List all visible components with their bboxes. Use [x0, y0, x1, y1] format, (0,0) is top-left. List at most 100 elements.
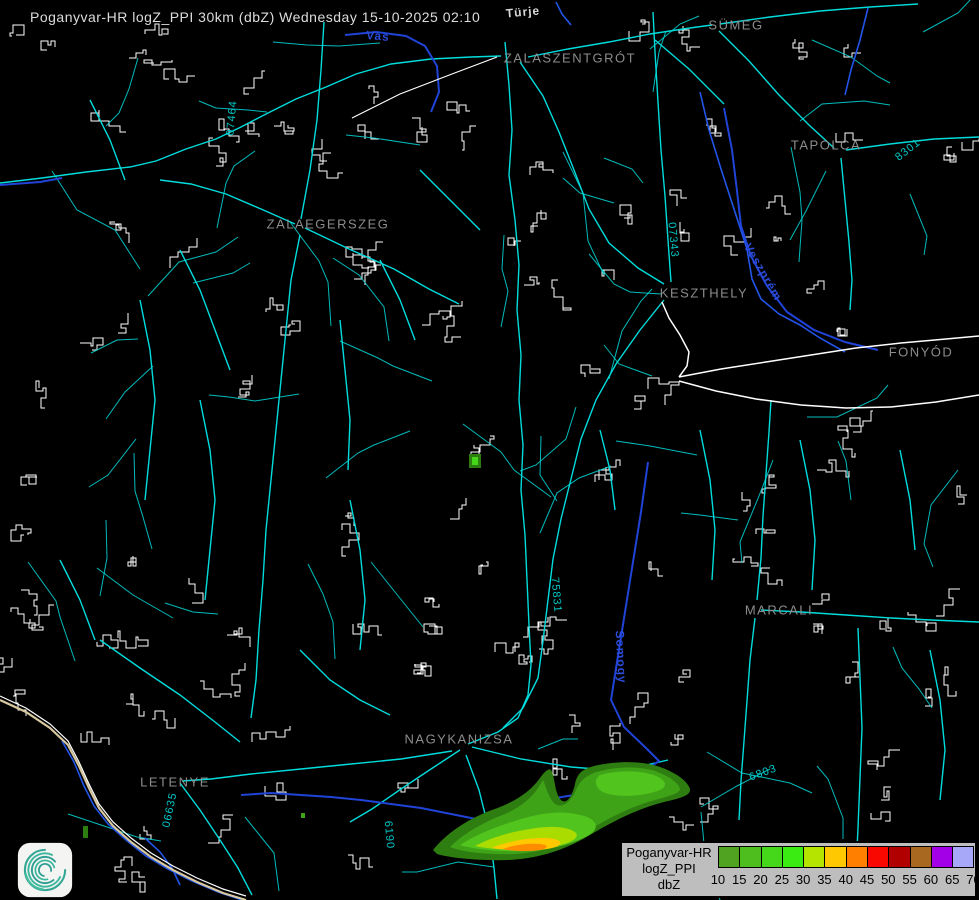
- settlement-outline: [879, 618, 892, 632]
- minor-road: [680, 512, 739, 521]
- settlement-outline: [188, 578, 204, 604]
- settlement-outline: [760, 567, 783, 586]
- settlement-outline: [9, 24, 25, 37]
- minor-road: [519, 406, 577, 472]
- settlement-outline: [163, 68, 195, 83]
- minor-road: [164, 602, 219, 615]
- city-label-tapolca: TAPOLCA: [790, 137, 862, 153]
- legend-cell-30dbz: [803, 846, 825, 868]
- settlement-outline: [870, 811, 891, 822]
- settlement-outline: [670, 734, 684, 746]
- settlement-outline: [131, 871, 146, 893]
- settlement-outline: [461, 125, 476, 151]
- legend-tick-30: 30: [795, 872, 811, 887]
- minor-road: [588, 253, 662, 295]
- settlement-outline: [208, 137, 227, 167]
- minor-road: [244, 816, 280, 892]
- settlement-outline: [634, 395, 646, 410]
- settlement-outline: [446, 101, 470, 114]
- settlement-outline: [845, 661, 859, 684]
- city-label-marcali: MARCALI: [744, 602, 814, 618]
- settlement-outline: [0, 657, 13, 673]
- settlement-outline: [450, 498, 467, 520]
- legend-color-scale: [718, 846, 974, 868]
- settlement-outline: [280, 320, 301, 336]
- minor-road: [105, 57, 139, 127]
- legend-cell-55dbz: [909, 846, 931, 868]
- settlement-outline: [741, 492, 751, 512]
- road-label-6190: 6190: [381, 820, 397, 850]
- legend-product: logZ_PPI: [642, 861, 696, 876]
- settlement-outline: [849, 410, 873, 433]
- minor-road: [88, 438, 137, 488]
- legend-tick-25: 25: [774, 872, 790, 887]
- legend-titles: Poganyvar-HR logZ_PPI dbZ: [622, 845, 716, 893]
- settlement-outline: [648, 561, 663, 577]
- settlement-outline: [118, 313, 129, 334]
- settlement-outline: [109, 221, 130, 243]
- settlement-outline: [836, 327, 848, 337]
- legend-tick-20: 20: [753, 872, 768, 887]
- settlement-outline: [169, 238, 198, 268]
- city-label-nagykanizsa: NAGYKANIZSA: [404, 731, 514, 747]
- settlement-outline: [524, 276, 540, 286]
- minor-road: [562, 177, 615, 204]
- settlement-outline: [792, 39, 808, 60]
- settlement-outline: [129, 49, 147, 59]
- settlement-outline: [478, 561, 489, 575]
- settlement-outline: [907, 612, 937, 632]
- legend-cell-15dbz: [739, 846, 761, 868]
- settlement-outline: [20, 474, 37, 486]
- legend-cell-60dbz: [930, 846, 953, 868]
- minor-road: [922, 0, 971, 33]
- settlement-outline: [936, 588, 960, 617]
- settlement-outline: [669, 816, 694, 831]
- area-label-t-rje: Türje: [505, 3, 541, 21]
- settlement-outline: [127, 556, 137, 567]
- legend-tick-55: 55: [902, 872, 917, 887]
- city-label-zalaszentgr-t: ZALASZENTGRÓT: [503, 50, 637, 66]
- settlement-outline: [251, 726, 291, 742]
- minor-road: [537, 738, 578, 750]
- settlement-outline: [117, 630, 149, 649]
- minor-roads-layer: [27, 0, 971, 900]
- city-label-s-meg: SÜMEG: [708, 17, 764, 33]
- settlement-outline: [40, 40, 56, 51]
- minor-road: [51, 170, 141, 270]
- settlement-outline: [773, 236, 782, 242]
- settlement-outline: [813, 623, 824, 634]
- radar-map-view: Poganyvar-HR logZ_PPI 30km (dbZ) Wednesd…: [0, 0, 979, 900]
- settlement-outline: [867, 749, 900, 770]
- minor-road: [307, 563, 336, 660]
- legend-radar-name: Poganyvar-HR: [626, 845, 712, 860]
- settlement-outline: [231, 663, 246, 697]
- minor-road: [90, 338, 139, 354]
- minor-road: [892, 646, 933, 709]
- settlement-outline: [422, 310, 451, 326]
- settlement-outline: [669, 189, 687, 206]
- settlement-outline: [114, 856, 133, 883]
- minor-road: [923, 469, 959, 568]
- settlement-outline: [139, 826, 152, 840]
- minor-road: [799, 100, 891, 122]
- settlement-outline: [80, 731, 110, 745]
- minor-road: [339, 340, 433, 382]
- legend-tick-60: 60: [923, 872, 939, 887]
- minor-road: [402, 861, 495, 873]
- legend-cell-10dbz: [718, 846, 740, 868]
- settlement-outline: [10, 524, 32, 542]
- settlement-outline: [530, 210, 547, 233]
- settlement-outline: [647, 377, 680, 405]
- settlement-outline: [732, 556, 759, 567]
- settlement-outline: [243, 70, 265, 95]
- settlement-outline: [507, 237, 521, 246]
- settlement-outline: [956, 485, 967, 505]
- settlement-outline: [200, 680, 232, 698]
- radar-product-title: Poganyvar-HR logZ_PPI 30km (dbZ) Wednesd…: [30, 9, 481, 25]
- legend-cell-40dbz: [845, 846, 868, 868]
- settlement-outline: [397, 779, 419, 793]
- legend-cell-35dbz: [824, 846, 846, 868]
- minor-road: [807, 384, 889, 418]
- minor-road: [208, 393, 300, 402]
- settlement-outline: [817, 459, 850, 478]
